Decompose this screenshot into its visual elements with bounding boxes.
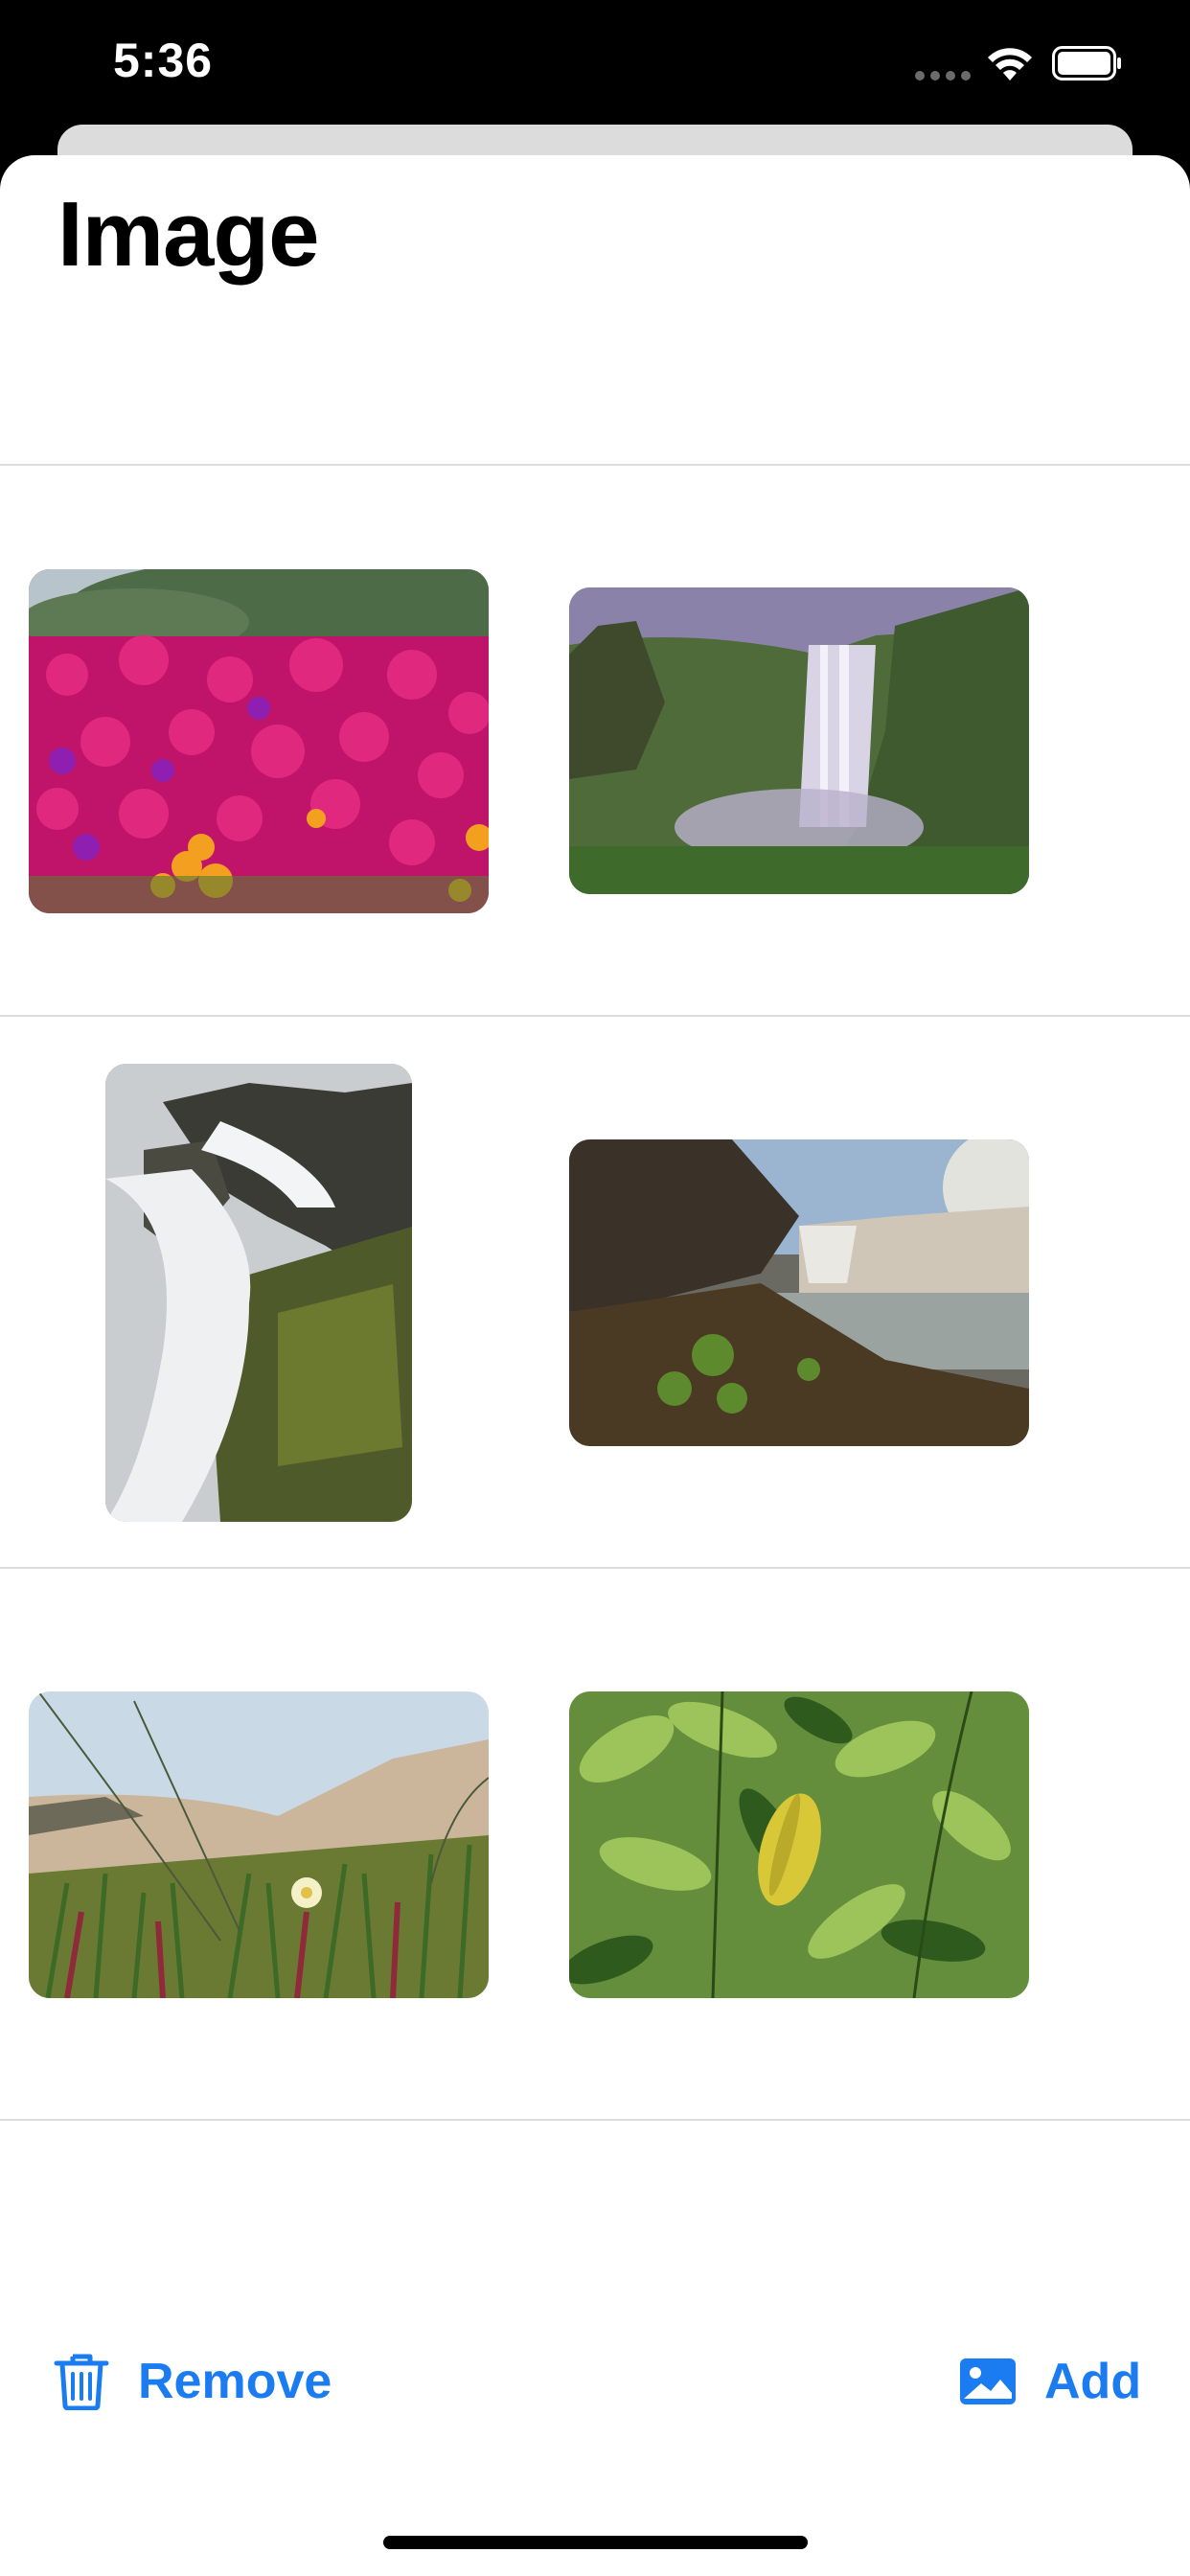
- dune-grass-photo[interactable]: [29, 1691, 489, 1998]
- flowers-photo[interactable]: [29, 569, 489, 913]
- trash-icon: [54, 2354, 109, 2410]
- status-time: 5:36: [113, 34, 214, 87]
- green-leaves-photo[interactable]: [569, 1691, 1029, 1998]
- cellular-signal-icon: [915, 71, 971, 80]
- row-divider: [0, 1015, 1190, 1017]
- row-divider: [0, 2119, 1190, 2121]
- header-divider: [0, 464, 1190, 466]
- status-bar: 5:36: [0, 0, 1190, 126]
- remove-button[interactable]: Remove: [54, 2353, 332, 2410]
- battery-icon: [1052, 46, 1121, 80]
- row-divider: [0, 1567, 1190, 1569]
- add-button[interactable]: Add: [958, 2353, 1141, 2410]
- photo-icon: [960, 2358, 1016, 2404]
- cascade-rocks-photo[interactable]: [105, 1064, 412, 1522]
- add-button-label: Add: [1044, 2354, 1142, 2409]
- home-indicator[interactable]: [383, 2536, 808, 2549]
- waterfall-cliff-photo[interactable]: [569, 587, 1029, 894]
- waterfall-shore-photo[interactable]: [569, 1139, 1029, 1446]
- remove-button-label: Remove: [138, 2354, 332, 2409]
- page-title: Image: [57, 183, 319, 286]
- wifi-icon: [988, 48, 1032, 80]
